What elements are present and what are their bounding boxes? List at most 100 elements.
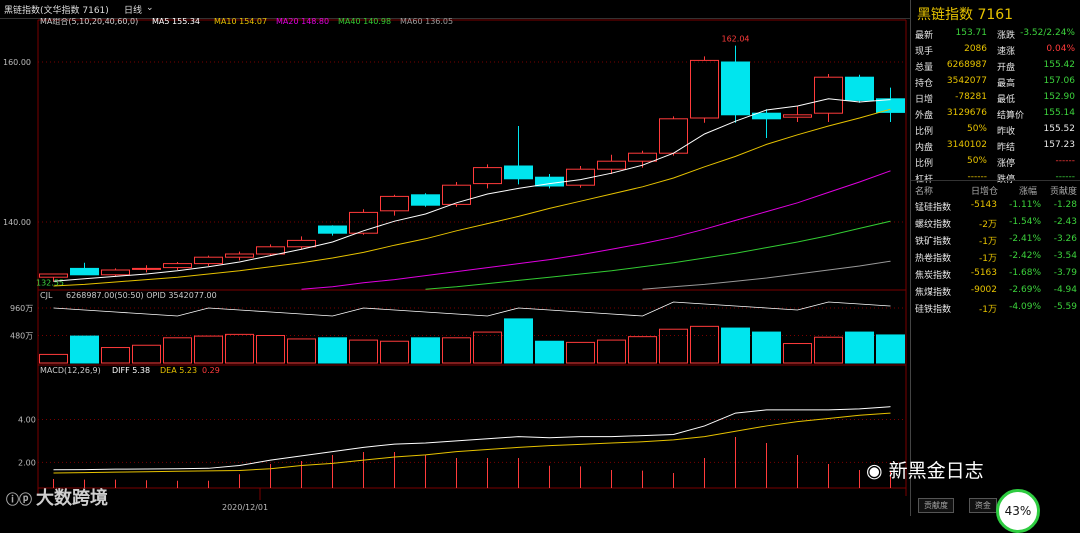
candle-body (163, 263, 192, 269)
volume-tick-label: 960万 (10, 304, 33, 313)
index-row[interactable]: 焦炭指数 -5163 -1.68% -3.79 (915, 266, 1079, 282)
candle-body (411, 194, 440, 206)
candle-body (504, 165, 533, 180)
candle-body (721, 61, 750, 116)
index-contribution: -4.94 (1053, 285, 1077, 295)
price-tick-label: 160.00 (3, 58, 31, 67)
bottom-tab-bar: 贡献度 资金 (918, 498, 1003, 513)
index-row[interactable]: 焦煤指数 -9002 -2.69% -4.94 (915, 283, 1079, 299)
index-name: 焦炭指数 (915, 271, 952, 281)
quote-value: 6268987 (946, 60, 987, 70)
quote-label: 速涨 (997, 47, 1016, 57)
index-oi-change: -2万 (979, 220, 997, 230)
volume-bar (690, 325, 719, 364)
quote-value: 155.52 (1043, 124, 1076, 134)
quote-value: 152.90 (1043, 92, 1076, 102)
quote-value: 2086 (964, 44, 987, 54)
quote-value: 157.06 (1043, 76, 1076, 86)
column-header[interactable]: 涨幅 (1019, 184, 1037, 197)
index-change-pct: -2.69% (1009, 285, 1041, 295)
quote-value: -78281 (955, 92, 987, 102)
panel-title: 黑链指数 7161 (917, 7, 1014, 23)
tab-funds[interactable]: 资金 (968, 498, 997, 513)
quote-value: 3542077 (946, 76, 987, 86)
ma-legend-ma20: MA20 148.80 (276, 18, 329, 26)
ma-line-ma60 (642, 260, 891, 290)
column-header[interactable]: 日增仓 (971, 184, 998, 197)
volume-bar (225, 333, 254, 364)
macd-dea-value: DEA 5.23 (160, 366, 197, 375)
column-header[interactable]: 贡献度 (1050, 184, 1077, 197)
quote-row: 最新 153.71 涨跌 -3.52/2.24% (915, 26, 1077, 42)
volume-legend-label: CJL (40, 291, 53, 300)
index-oi-change: -1万 (979, 305, 997, 315)
quote-value: 0.04% (1046, 44, 1075, 54)
high-price-marker: 162.04 (722, 35, 750, 44)
index-contribution: -3.26 (1053, 234, 1077, 244)
candle-body (845, 76, 874, 101)
candle-body (783, 114, 812, 118)
quote-value: 157.23 (1043, 140, 1076, 150)
watermark-text-right: 新黑金日志 (888, 460, 984, 482)
volume-bar (318, 337, 347, 364)
period-selector[interactable]: 日线 (124, 3, 142, 16)
index-contribution: -5.59 (1053, 302, 1077, 312)
chevron-down-icon[interactable]: ⌄ (146, 3, 154, 13)
quote-label: 开盘 (997, 63, 1016, 73)
index-name: 热卷指数 (915, 254, 952, 264)
quote-label: 最高 (997, 79, 1016, 89)
index-contribution: -2.43 (1053, 217, 1077, 227)
volume-bar (628, 336, 657, 364)
index-oi-change: -1万 (979, 237, 997, 247)
tab-contribution[interactable]: 贡献度 (918, 498, 954, 513)
candle-body (287, 239, 316, 248)
index-contribution: -3.79 (1053, 268, 1077, 278)
candle-body (473, 167, 502, 185)
quote-label: 最低 (997, 95, 1016, 105)
ma-line-ma20 (301, 170, 891, 290)
volume-bar (814, 336, 843, 364)
index-row[interactable]: 螺纹指数 -2万 -1.54% -2.43 (915, 215, 1079, 231)
ma-legend-ma60: MA60 136.05 (400, 18, 453, 26)
quote-label: 内盘 (915, 143, 934, 153)
index-row[interactable]: 硅铁指数 -1万 -4.09% -5.59 (915, 300, 1079, 316)
index-change-pct: -2.42% (1009, 251, 1041, 261)
index-row[interactable]: 热卷指数 -1万 -2.42% -3.54 (915, 249, 1079, 265)
index-table-header: 名称 日增仓 涨幅 贡献度 (915, 182, 1079, 198)
ma-line-ma10 (53, 108, 891, 287)
quote-value: 153.71 (955, 28, 988, 38)
candle-body (256, 246, 285, 255)
chart-symbol-title[interactable]: 黑链指数(文华指数 7161) (4, 3, 109, 16)
quote-value: 155.14 (1043, 108, 1076, 118)
volume-bar (287, 338, 316, 364)
quote-label: 涨跌 (997, 31, 1016, 41)
quote-row: 外盘 3129676 结算价 155.14 (915, 106, 1077, 122)
volume-bar (194, 335, 223, 364)
watermark-brand-left: ⓘⓟ 大数跨境 (6, 484, 108, 510)
volume-bar (39, 353, 68, 364)
index-oi-change: -1万 (979, 254, 997, 264)
panel-divider (911, 180, 1080, 181)
candle-body (380, 195, 409, 212)
quote-value: -3.52/2.24% (1020, 28, 1075, 38)
kline-chart[interactable]: 160.00 140.00 960万 480万 4.00 2.00 2020/12/01 16… (0, 18, 910, 516)
index-row[interactable]: 铁矿指数 -1万 -2.41% -3.26 (915, 232, 1079, 248)
date-label: 2020/12/01 (222, 503, 268, 512)
quote-value: 155.42 (1043, 60, 1076, 70)
index-name: 铁矿指数 (915, 237, 952, 247)
index-contribution: -1.28 (1053, 200, 1077, 210)
index-row[interactable]: 锰硅指数 -5143 -1.11% -1.28 (915, 198, 1079, 214)
volume-bar (845, 331, 874, 364)
volume-bar (566, 341, 595, 364)
watermark-text-left: 大数跨境 (36, 488, 109, 509)
ma-legend-ma10: MA10 154.07 (214, 18, 267, 26)
volume-bar (504, 318, 533, 364)
macd-tick-label: 4.00 (18, 416, 36, 425)
quote-label: 比例 (915, 127, 934, 137)
quote-row: 持仓 3542077 最高 157.06 (915, 74, 1077, 90)
column-header[interactable]: 名称 (915, 184, 933, 197)
low-price-marker: 132.55 (36, 279, 64, 288)
quote-label: 现手 (915, 47, 934, 57)
volume-bar (442, 337, 471, 364)
quote-row: 日增 -78281 最低 152.90 (915, 90, 1077, 106)
